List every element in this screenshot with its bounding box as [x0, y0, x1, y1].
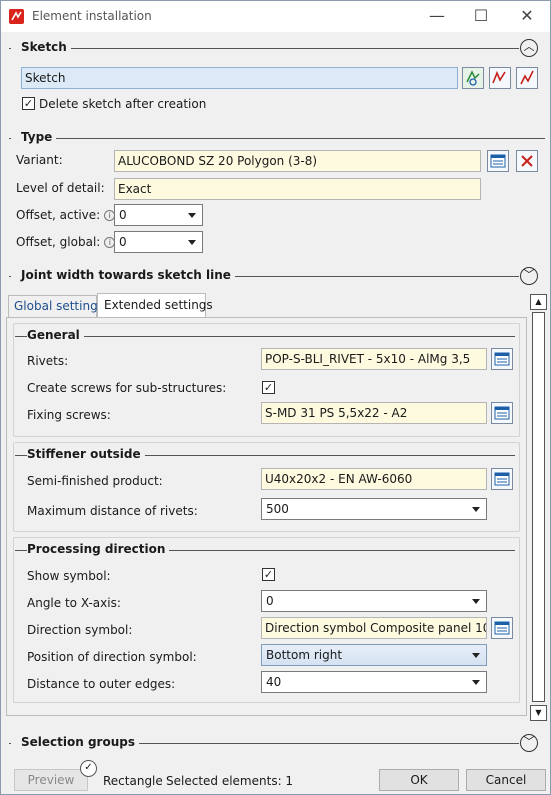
chevron-down-icon [472, 507, 480, 512]
shape-label: Rectangle [103, 774, 163, 788]
lod-label: Level of detail: [16, 181, 105, 195]
sketch-edit-icon[interactable] [489, 67, 511, 89]
direction-symbol-field[interactable]: Direction symbol Composite panel 10 mm [261, 617, 487, 639]
sketch-new-icon[interactable] [516, 67, 538, 89]
semi-finished-field[interactable]: U40x20x2 - EN AW-6060 [261, 468, 487, 490]
delete-sketch-checkbox[interactable]: ✓ [22, 97, 35, 110]
window-title: Element installation [32, 9, 152, 23]
type-divider [9, 138, 545, 139]
preview-button[interactable]: Preview [14, 769, 88, 791]
fixing-screws-field[interactable]: S-MD 31 PS 5,5x22 - A2 [261, 402, 487, 424]
joint-section-title: Joint width towards sketch line [11, 268, 235, 282]
cancel-button[interactable]: Cancel [466, 769, 546, 791]
offset-global-text: Offset, global: [16, 235, 101, 249]
expand-down-icon[interactable]: ﹀ [520, 267, 538, 285]
title-bar: Element installation — ☐ ✕ [1, 1, 550, 32]
rivets-field[interactable]: POP-S-BLI_RIVET - 5x10 - AlMg 3,5 [261, 348, 487, 370]
chevron-down-icon [472, 599, 480, 604]
tab-global-settings[interactable]: Global settings [8, 295, 104, 317]
sketch-divider [9, 48, 519, 49]
variant-clear-icon[interactable] [516, 150, 538, 172]
distance-edges-dropdown[interactable]: 40 [261, 671, 487, 693]
tab-extended-label: Extended settings [104, 298, 213, 312]
position-label: Position of direction symbol: [27, 650, 197, 664]
rivets-label: Rivets: [27, 354, 69, 368]
position-value: Bottom right [266, 648, 343, 662]
variant-catalog-icon[interactable] [487, 150, 509, 172]
variant-label: Variant: [16, 153, 63, 167]
angle-dropdown[interactable]: 0 [261, 590, 487, 612]
scroll-up-icon[interactable]: ▲ [530, 294, 547, 310]
dirsym-catalog-icon[interactable] [491, 617, 513, 639]
sketch-pick-icon[interactable] [462, 67, 484, 89]
chevron-down-icon [472, 680, 480, 685]
distance-edges-value: 40 [266, 675, 282, 689]
tab-global-label: Global settings [14, 299, 104, 313]
preview-check-icon: ✓ [80, 760, 97, 777]
max-distance-label: Maximum distance of rivets: [27, 504, 198, 518]
max-distance-value: 500 [266, 502, 289, 516]
angle-label: Angle to X-axis: [27, 596, 121, 610]
max-distance-dropdown[interactable]: 500 [261, 498, 487, 520]
chevron-down-icon [188, 240, 196, 245]
fixing-screws-label: Fixing screws: [27, 408, 111, 422]
fixing-catalog-icon[interactable] [491, 402, 513, 424]
app-icon [9, 9, 24, 24]
rivets-catalog-icon[interactable] [491, 348, 513, 370]
processing-title: Processing direction [27, 542, 170, 556]
collapse-up-icon[interactable]: ︿ [520, 39, 538, 57]
variant-field[interactable]: ALUCOBOND SZ 20 Polygon (3-8) [114, 150, 481, 172]
chevron-down-icon [472, 653, 480, 658]
selection-section-title: Selection groups [11, 735, 139, 749]
general-divider [15, 336, 515, 337]
close-button[interactable]: ✕ [515, 5, 539, 29]
offset-active-text: Offset, active: [16, 208, 101, 222]
offset-active-dropdown[interactable]: 0 [114, 204, 203, 226]
screws-sub-checkbox[interactable]: ✓ [262, 381, 275, 394]
type-section-title: Type [11, 130, 57, 144]
offset-global-dropdown[interactable]: 0 [114, 231, 203, 253]
expand-down-icon[interactable]: ﹀ [520, 734, 538, 752]
offset-global-value: 0 [119, 235, 127, 249]
semi-catalog-icon[interactable] [491, 468, 513, 490]
stiffener-title: Stiffener outside [27, 447, 145, 461]
lod-field[interactable]: Exact [114, 178, 481, 200]
selected-count: Selected elements: 1 [166, 774, 294, 788]
angle-value: 0 [266, 594, 274, 608]
sketch-field[interactable]: Sketch [21, 67, 458, 89]
minimize-button[interactable]: — [425, 5, 449, 29]
general-title: General [27, 328, 84, 342]
chevron-down-icon [188, 213, 196, 218]
delete-sketch-label: Delete sketch after creation [39, 97, 207, 111]
dialog-window: Element installation — ☐ ✕ Sketch ︿ Sket… [0, 0, 551, 795]
scroll-down-icon[interactable]: ▼ [530, 705, 547, 721]
screws-sub-label: Create screws for sub-structures: [27, 381, 227, 395]
direction-symbol-label: Direction symbol: [27, 623, 133, 637]
show-symbol-checkbox[interactable]: ✓ [262, 568, 275, 581]
show-symbol-label: Show symbol: [27, 569, 111, 583]
position-dropdown[interactable]: Bottom right [261, 644, 487, 666]
offset-active-label: Offset, active: i [16, 208, 116, 222]
offset-global-label: Offset, global: i [16, 235, 116, 249]
semi-finished-label: Semi-finished product: [27, 474, 163, 488]
sketch-section-title: Sketch [11, 40, 71, 54]
scroll-thumb[interactable] [532, 312, 545, 702]
offset-active-value: 0 [119, 208, 127, 222]
ok-button[interactable]: OK [379, 769, 459, 791]
distance-edges-label: Distance to outer edges: [27, 677, 176, 691]
tab-extended-settings[interactable]: Extended settings [97, 293, 213, 318]
maximize-button[interactable]: ☐ [469, 5, 493, 29]
scrollbar[interactable]: ▲ ▼ [530, 294, 547, 722]
